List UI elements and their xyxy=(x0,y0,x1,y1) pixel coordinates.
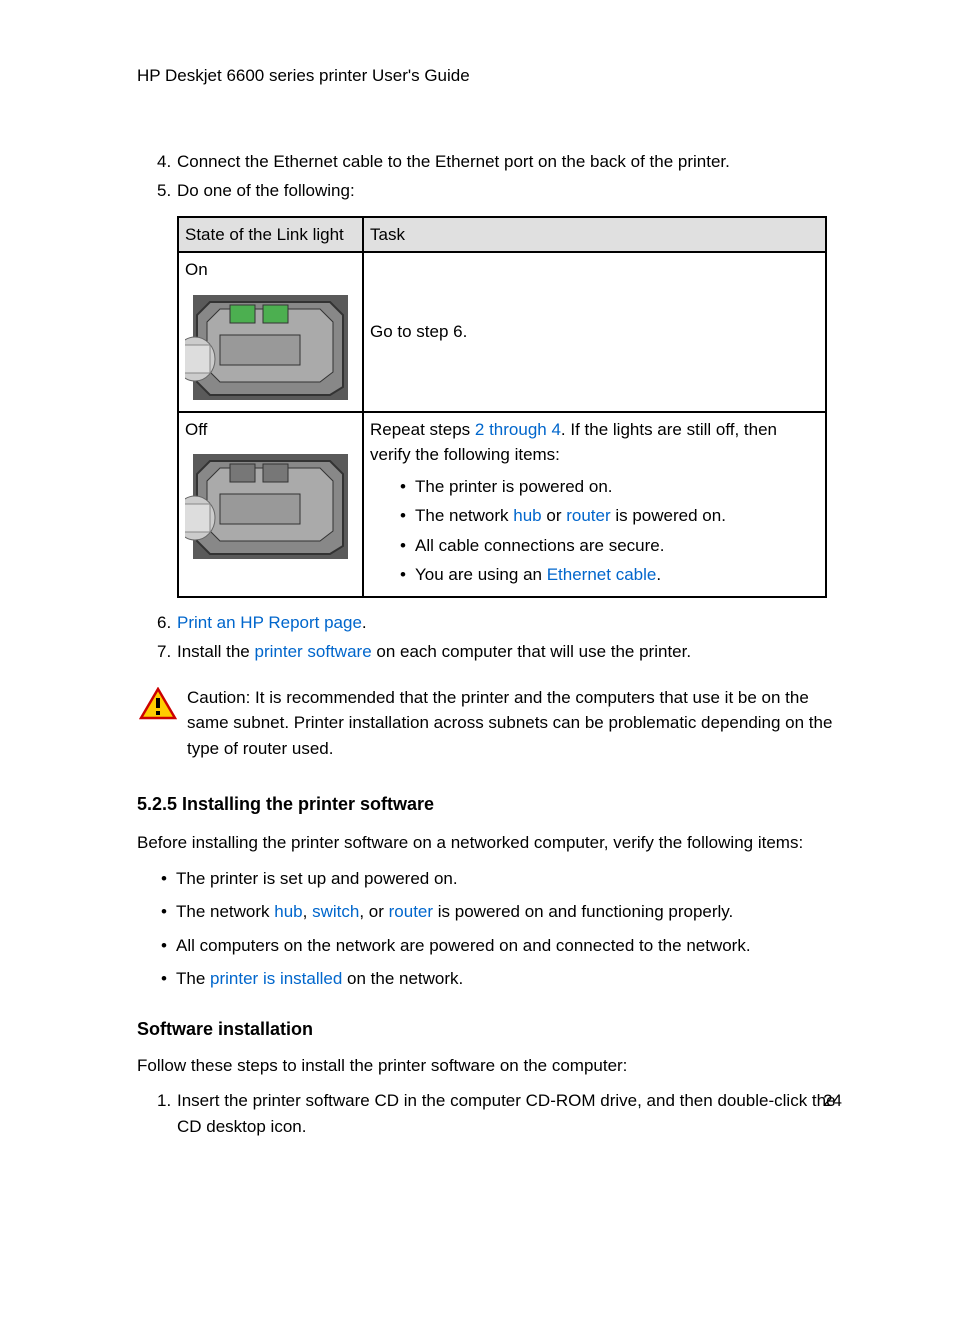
link-light-table-container: State of the Link light Task On xyxy=(177,216,845,598)
sub-intro: Follow these steps to install the printe… xyxy=(137,1053,845,1079)
link-router[interactable]: router xyxy=(566,506,610,525)
link-print-report[interactable]: Print an HP Report page xyxy=(177,613,362,632)
page-header: HP Deskjet 6600 series printer User's Gu… xyxy=(137,63,845,89)
task-text: Go to step 6. xyxy=(370,322,467,341)
link-hub[interactable]: hub xyxy=(513,506,541,525)
instruction-list-cont: 6. Print an HP Report page. 7. Install t… xyxy=(137,610,845,665)
step-text: Do one of the following: xyxy=(177,181,355,200)
list-item: All cable connections are secure. xyxy=(400,533,819,559)
section-heading-5-2-5: 5.2.5 Installing the printer software xyxy=(137,791,845,818)
list-item: You are using an Ethernet cable. xyxy=(400,562,819,588)
text: . xyxy=(362,613,367,632)
step-5: 5. Do one of the following: xyxy=(157,178,845,204)
state-label: Off xyxy=(185,420,207,439)
cell-task-off: Repeat steps 2 through 4. If the lights … xyxy=(363,412,826,597)
step-4: 4. Connect the Ethernet cable to the Eth… xyxy=(157,149,845,175)
link-printer-software[interactable]: printer software xyxy=(255,642,372,661)
verify-sublist: The printer is powered on. The network h… xyxy=(370,474,819,588)
list-item: The printer is installed on the network. xyxy=(161,966,845,992)
ethernet-port-off-image xyxy=(185,446,356,566)
list-item: All computers on the network are powered… xyxy=(161,933,845,959)
install-steps-list: 1. Insert the printer software CD in the… xyxy=(137,1088,845,1139)
step-number: 1. xyxy=(157,1088,171,1114)
cell-state-off: Off xyxy=(178,412,363,597)
link-router[interactable]: router xyxy=(389,902,433,921)
caution-block: Caution: It is recommended that the prin… xyxy=(137,685,845,762)
link-ethernet-cable[interactable]: Ethernet cable xyxy=(547,565,657,584)
step-text: Insert the printer software CD in the co… xyxy=(177,1091,836,1136)
page-number: 24 xyxy=(823,1088,842,1114)
list-item: The network hub, switch, or router is po… xyxy=(161,899,845,925)
list-item: The printer is set up and powered on. xyxy=(161,866,845,892)
text: on each computer that will use the print… xyxy=(372,642,691,661)
cell-state-on: On xyxy=(178,252,363,412)
step-number: 5. xyxy=(157,178,171,204)
text: The xyxy=(176,969,210,988)
table-row-off: Off Repeat steps 2 through 4. If t xyxy=(178,412,826,597)
install-step-1: 1. Insert the printer software CD in the… xyxy=(157,1088,845,1139)
link-steps-2-4[interactable]: 2 through 4 xyxy=(475,420,561,439)
link-hub[interactable]: hub xyxy=(274,902,302,921)
text: is powered on. xyxy=(611,506,726,525)
list-item: The network hub or router is powered on. xyxy=(400,503,819,529)
caution-text: Caution: It is recommended that the prin… xyxy=(187,685,845,762)
section-intro: Before installing the printer software o… xyxy=(137,830,845,856)
ethernet-port-on-image xyxy=(185,287,356,407)
sub-heading-software-installation: Software installation xyxy=(137,1016,845,1043)
verify-before-install-list: The printer is set up and powered on. Th… xyxy=(137,866,845,992)
col-task: Task xyxy=(363,217,826,253)
caution-icon xyxy=(139,687,177,729)
text: or xyxy=(542,506,567,525)
ethernet-port-on-icon xyxy=(185,287,355,407)
state-label: On xyxy=(185,260,208,279)
step-number: 6. xyxy=(157,610,171,636)
task-off-before: Repeat steps xyxy=(370,420,475,439)
instruction-list: 4. Connect the Ethernet cable to the Eth… xyxy=(137,149,845,204)
table-header-row: State of the Link light Task xyxy=(178,217,826,253)
text: Install the xyxy=(177,642,255,661)
text: is powered on and functioning properly. xyxy=(433,902,733,921)
step-6: 6. Print an HP Report page. xyxy=(157,610,845,636)
text: , xyxy=(303,902,312,921)
link-switch[interactable]: switch xyxy=(312,902,359,921)
step-text: Connect the Ethernet cable to the Ethern… xyxy=(177,152,730,171)
ethernet-port-off-icon xyxy=(185,446,355,566)
text: You are using an xyxy=(415,565,547,584)
step-number: 7. xyxy=(157,639,171,665)
cell-task-on: Go to step 6. xyxy=(363,252,826,412)
text: . xyxy=(656,565,661,584)
step-number: 4. xyxy=(157,149,171,175)
text: , or xyxy=(359,902,388,921)
step-7: 7. Install the printer software on each … xyxy=(157,639,845,665)
list-item: The printer is powered on. xyxy=(400,474,819,500)
link-printer-installed[interactable]: printer is installed xyxy=(210,969,342,988)
text: The network xyxy=(176,902,274,921)
link-light-table: State of the Link light Task On xyxy=(177,216,827,598)
table-row-on: On Go to step 6. xyxy=(178,252,826,412)
text: The network xyxy=(415,506,513,525)
text: on the network. xyxy=(342,969,463,988)
col-state: State of the Link light xyxy=(178,217,363,253)
